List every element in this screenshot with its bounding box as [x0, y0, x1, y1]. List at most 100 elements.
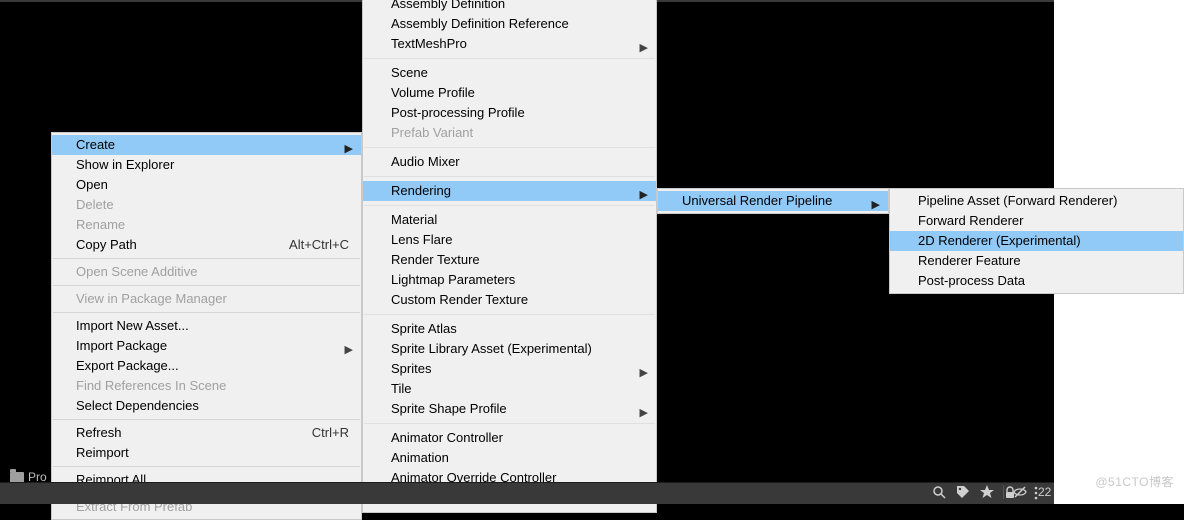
menu-separator: [364, 147, 655, 148]
menu-label: Post-process Data: [918, 271, 1025, 291]
menu-label: Export Package...: [76, 356, 179, 376]
menu-item-reimport[interactable]: Reimport: [52, 443, 361, 463]
menu-separator: [53, 466, 360, 467]
menu-separator: [53, 312, 360, 313]
menu-item-universal-render-pipeline[interactable]: Universal Render Pipeline ▶: [658, 191, 888, 211]
menu-label: Import New Asset...: [76, 316, 189, 336]
menu-item-open-scene-additive: Open Scene Additive: [52, 262, 361, 282]
menu-item-render-texture[interactable]: Render Texture: [363, 250, 656, 270]
menu-item-rename: Rename: [52, 215, 361, 235]
chevron-right-icon: ▶: [640, 403, 648, 423]
menu-item-forward-renderer[interactable]: Forward Renderer: [890, 211, 1183, 231]
menu-item-find-references-in-scene: Find References In Scene: [52, 376, 361, 396]
status-bar: 22: [0, 482, 1054, 504]
tag-icon[interactable]: [955, 484, 971, 500]
chevron-right-icon: ▶: [640, 185, 648, 205]
menu-item-open[interactable]: Open: [52, 175, 361, 195]
menu-label: Show in Explorer: [76, 155, 174, 175]
menu-label: Rendering: [391, 181, 451, 201]
search-icon[interactable]: [931, 484, 947, 500]
menu-label: Select Dependencies: [76, 396, 199, 416]
menu-item-material[interactable]: Material: [363, 210, 656, 230]
menu-label: Render Texture: [391, 250, 480, 270]
menu-item-assembly-definition[interactable]: Assembly Definition: [363, 0, 656, 14]
menu-label: Tile: [391, 379, 411, 399]
menu-item-sprite-library-asset[interactable]: Sprite Library Asset (Experimental): [363, 339, 656, 359]
watermark-text: @51CTO博客: [1095, 473, 1174, 490]
menu-item-delete: Delete: [52, 195, 361, 215]
menu-item-textmeshpro[interactable]: TextMeshPro ▶: [363, 34, 656, 54]
menu-label: Delete: [76, 195, 114, 215]
star-icon[interactable]: [979, 484, 995, 500]
context-menu-urp: Pipeline Asset (Forward Renderer) Forwar…: [889, 188, 1184, 294]
menu-item-audio-mixer[interactable]: Audio Mixer: [363, 152, 656, 172]
lock-icon[interactable]: [1002, 485, 1018, 501]
chevron-right-icon: ▶: [872, 195, 880, 215]
menu-label: Sprite Shape Profile: [391, 399, 507, 419]
menu-label: Assembly Definition: [391, 0, 505, 14]
shortcut-label: Ctrl+R: [312, 423, 349, 443]
menu-item-lens-flare[interactable]: Lens Flare: [363, 230, 656, 250]
menu-label: Sprite Library Asset (Experimental): [391, 339, 592, 359]
menu-item-sprite-shape-profile[interactable]: Sprite Shape Profile ▶: [363, 399, 656, 419]
menu-label: Open: [76, 175, 108, 195]
menu-icon[interactable]: [1028, 485, 1044, 501]
context-menu-create: Assembly Definition Assembly Definition …: [362, 0, 657, 513]
menu-item-renderer-feature[interactable]: Renderer Feature: [890, 251, 1183, 271]
menu-label: Custom Render Texture: [391, 290, 528, 310]
menu-item-select-dependencies[interactable]: Select Dependencies: [52, 396, 361, 416]
menu-item-tile[interactable]: Tile: [363, 379, 656, 399]
shortcut-label: Alt+Ctrl+C: [289, 235, 349, 255]
menu-label: Import Package: [76, 336, 167, 356]
menu-item-volume-profile[interactable]: Volume Profile: [363, 83, 656, 103]
menu-label: Pipeline Asset (Forward Renderer): [918, 191, 1117, 211]
menu-label: Assembly Definition Reference: [391, 14, 569, 34]
menu-label: Renderer Feature: [918, 251, 1021, 271]
menu-item-animation[interactable]: Animation: [363, 448, 656, 468]
menu-separator: [53, 258, 360, 259]
menu-label: Forward Renderer: [918, 211, 1024, 231]
menu-item-scene[interactable]: Scene: [363, 63, 656, 83]
menu-separator: [53, 285, 360, 286]
menu-label: Post-processing Profile: [391, 103, 525, 123]
menu-item-import-new-asset[interactable]: Import New Asset...: [52, 316, 361, 336]
menu-item-copy-path[interactable]: Copy Path Alt+Ctrl+C: [52, 235, 361, 255]
menu-label: Refresh: [76, 423, 122, 443]
menu-label: Volume Profile: [391, 83, 475, 103]
menu-item-sprite-atlas[interactable]: Sprite Atlas: [363, 319, 656, 339]
menu-item-assembly-definition-reference[interactable]: Assembly Definition Reference: [363, 14, 656, 34]
menu-item-refresh[interactable]: Refresh Ctrl+R: [52, 423, 361, 443]
statusbar-divider: [0, 482, 1054, 483]
menu-item-2d-renderer[interactable]: 2D Renderer (Experimental): [890, 231, 1183, 251]
menu-item-rendering[interactable]: Rendering ▶: [363, 181, 656, 201]
menu-item-animator-controller[interactable]: Animator Controller: [363, 428, 656, 448]
menu-label: Scene: [391, 63, 428, 83]
menu-label: Sprites: [391, 359, 431, 379]
context-menu-rendering: Universal Render Pipeline ▶: [657, 188, 889, 214]
menu-label: Reimport: [76, 443, 129, 463]
menu-item-post-process-data[interactable]: Post-process Data: [890, 271, 1183, 291]
menu-label: Universal Render Pipeline: [682, 191, 832, 211]
context-menu-primary: Create ▶ Show in Explorer Open Delete Re…: [51, 132, 362, 520]
menu-label: Sprite Atlas: [391, 319, 457, 339]
menu-label: Find References In Scene: [76, 376, 226, 396]
chevron-right-icon: ▶: [640, 38, 648, 58]
menu-label: Animation: [391, 448, 449, 468]
menu-item-export-package[interactable]: Export Package...: [52, 356, 361, 376]
menu-label: Prefab Variant: [391, 123, 473, 143]
menu-label: Copy Path: [76, 235, 137, 255]
menu-item-sprites[interactable]: Sprites ▶: [363, 359, 656, 379]
menu-label: 2D Renderer (Experimental): [918, 231, 1081, 251]
menu-item-import-package[interactable]: Import Package ▶: [52, 336, 361, 356]
menu-label: Rename: [76, 215, 125, 235]
menu-item-pipeline-asset[interactable]: Pipeline Asset (Forward Renderer): [890, 191, 1183, 211]
menu-label: Lightmap Parameters: [391, 270, 515, 290]
menu-item-show-in-explorer[interactable]: Show in Explorer: [52, 155, 361, 175]
menu-item-post-processing-profile[interactable]: Post-processing Profile: [363, 103, 656, 123]
menu-item-lightmap-parameters[interactable]: Lightmap Parameters: [363, 270, 656, 290]
menu-item-custom-render-texture[interactable]: Custom Render Texture: [363, 290, 656, 310]
menu-label: Open Scene Additive: [76, 262, 197, 282]
menu-label: View in Package Manager: [76, 289, 227, 309]
menu-item-create[interactable]: Create ▶: [52, 135, 361, 155]
menu-item-view-in-package-manager: View in Package Manager: [52, 289, 361, 309]
